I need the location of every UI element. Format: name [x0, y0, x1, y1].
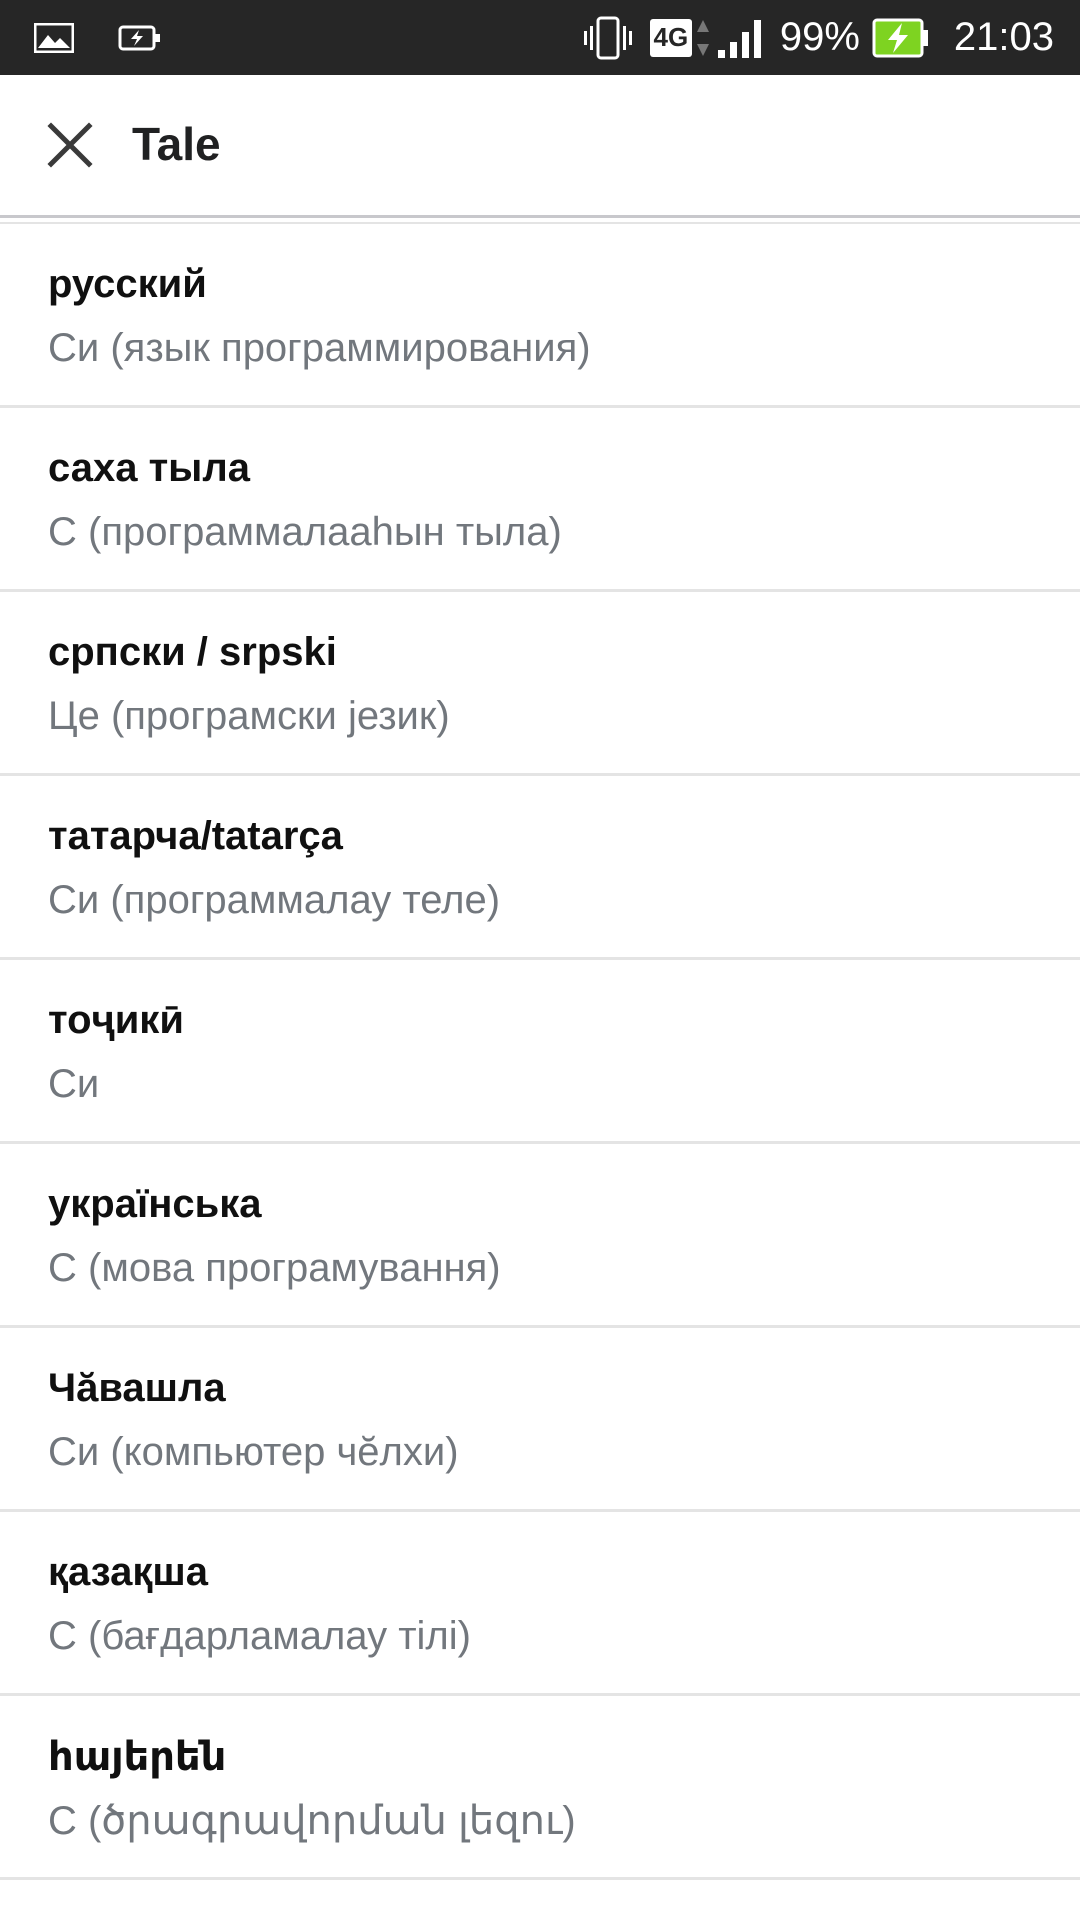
article-title: Си (компьютер чӗлхи) — [48, 1430, 459, 1474]
language-item-serbian[interactable]: српски / srpski Це (програмски језик) — [0, 592, 1080, 776]
status-bar: 4G 99% 21:03 — [0, 0, 1080, 75]
article-title: C (ծրագրավորման լեզու) — [48, 1799, 576, 1843]
language-name: русский — [48, 262, 207, 306]
article-title: Си (программалау теле) — [48, 878, 501, 922]
battery-saver-icon — [118, 24, 162, 52]
article-title: C (программалааһын тыла) — [48, 510, 562, 554]
language-item-tatar[interactable]: татарча/tatarça Си (программалау теле) — [0, 776, 1080, 960]
article-title: C (бағдарламалау тілі) — [48, 1614, 471, 1658]
close-button[interactable] — [38, 113, 102, 177]
network-badge: 4G — [649, 18, 692, 57]
status-right: 4G 99% 21:03 — [580, 0, 1054, 75]
battery-charging-icon — [872, 18, 930, 58]
vibrate-icon — [580, 16, 636, 60]
status-left — [34, 0, 162, 75]
app-bar: Tale — [0, 75, 1080, 218]
language-name: Чӑвашла — [48, 1366, 226, 1410]
language-name: саха тыла — [48, 446, 250, 490]
language-name: українська — [48, 1182, 262, 1226]
article-title: Си — [48, 1062, 100, 1106]
language-name: қазақша — [48, 1550, 208, 1594]
signal-icon — [716, 16, 764, 60]
page-title: Tale — [132, 118, 221, 170]
language-name: հայերեն — [48, 1735, 227, 1779]
close-icon — [47, 122, 93, 168]
language-list: русский Си (язык программирования) саха … — [0, 222, 1080, 1880]
image-icon — [34, 22, 74, 53]
data-arrows-icon — [696, 18, 710, 58]
article-title: Це (програмски језик) — [48, 694, 450, 738]
language-item-ukrainian[interactable]: українська C (мова програмування) — [0, 1144, 1080, 1328]
language-item-russian[interactable]: русский Си (язык программирования) — [0, 224, 1080, 408]
language-item-kazakh[interactable]: қазақша C (бағдарламалау тілі) — [0, 1512, 1080, 1696]
language-item-chuvash[interactable]: Чӑвашла Си (компьютер чӗлхи) — [0, 1328, 1080, 1512]
clock: 21:03 — [953, 15, 1054, 59]
language-name: српски / srpski — [48, 630, 337, 674]
language-name: татарча/tatarça — [48, 814, 343, 858]
language-name: тоҷикӣ — [48, 998, 184, 1042]
language-item-sakha[interactable]: саха тыла C (программалааһын тыла) — [0, 408, 1080, 592]
battery-percent: 99% — [779, 15, 860, 59]
language-item-tajik[interactable]: тоҷикӣ Си — [0, 960, 1080, 1144]
article-title: C (мова програмування) — [48, 1246, 501, 1290]
article-title: Си (язык программирования) — [48, 326, 591, 370]
language-item-armenian[interactable]: հայերեն C (ծրագրավորման լեզու) — [0, 1696, 1080, 1880]
